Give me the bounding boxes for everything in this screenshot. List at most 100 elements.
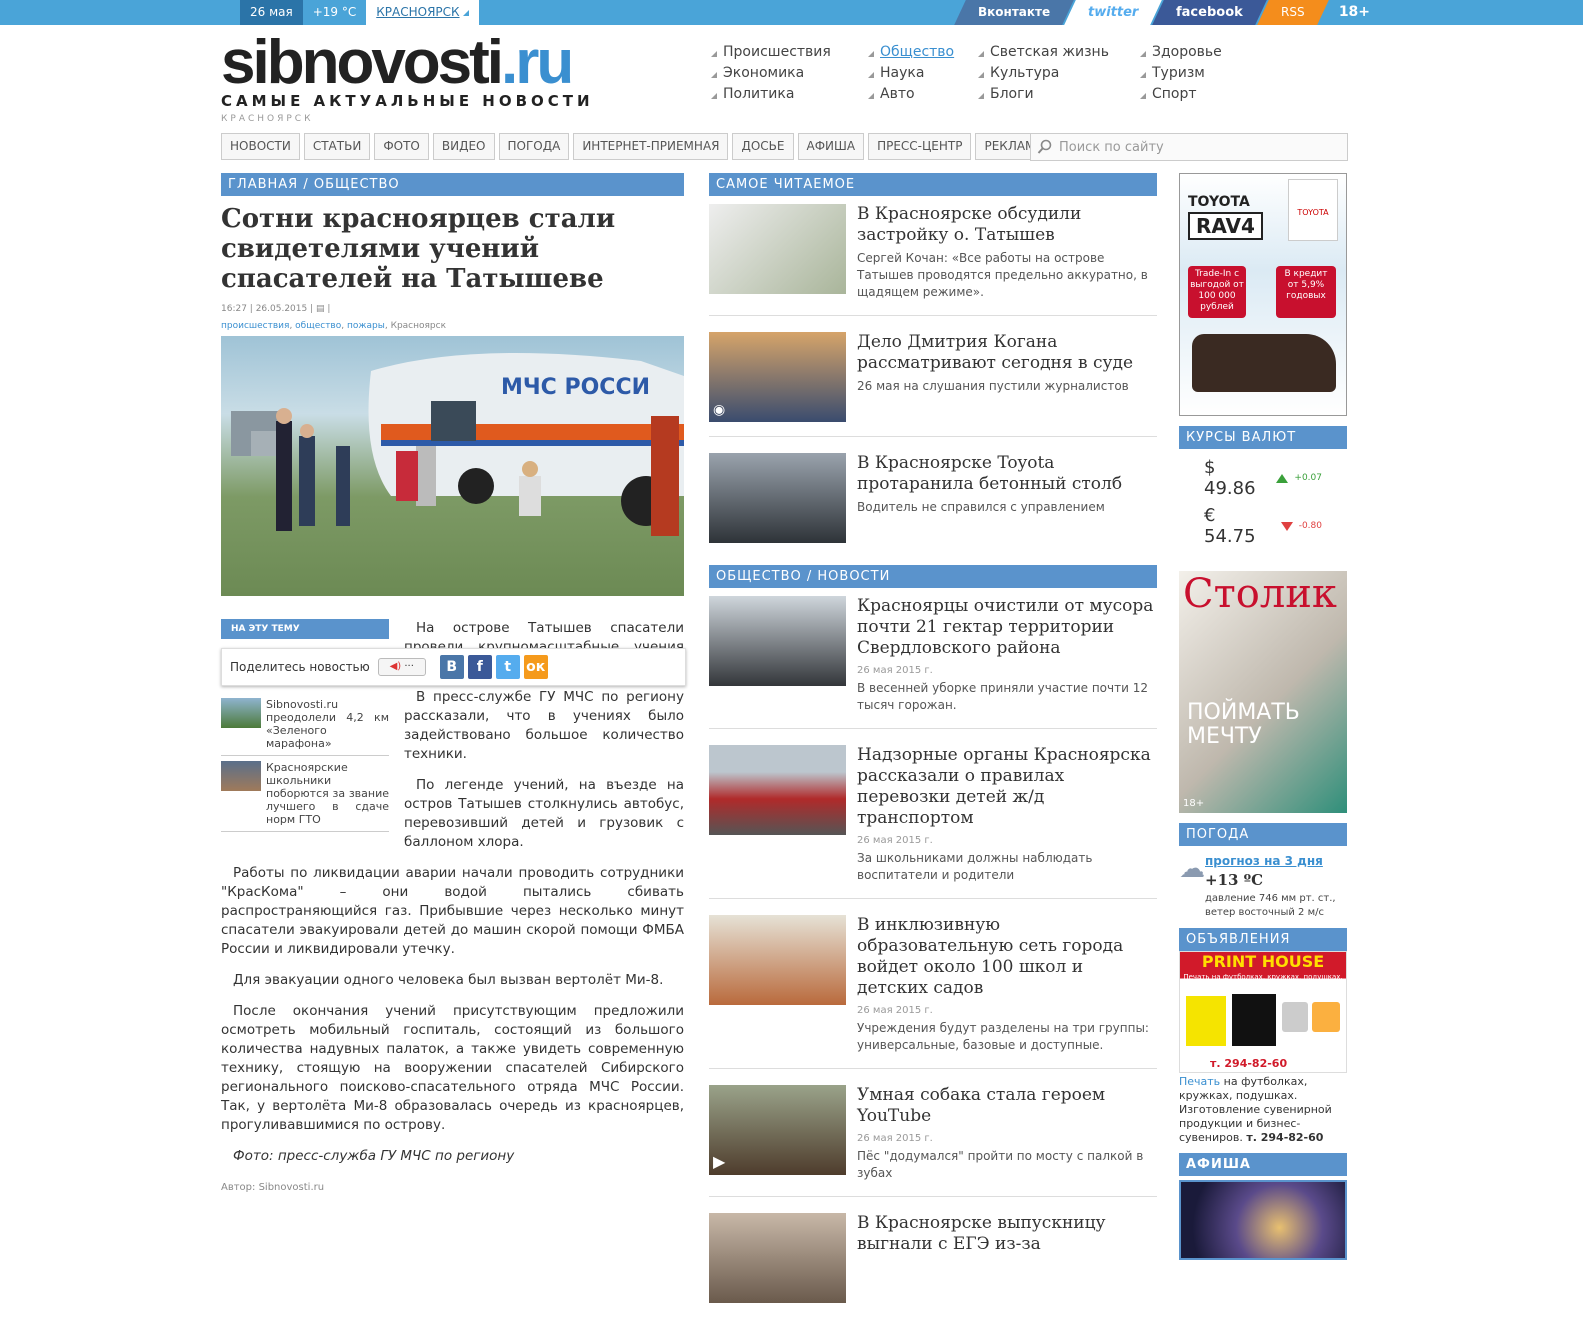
twitter-share-icon[interactable]: t — [495, 655, 520, 679]
nav-news[interactable]: НОВОСТИ — [221, 133, 300, 160]
share-label: Поделитесь новостью — [230, 660, 370, 674]
paragraph: Работы по ликвидации аварии начали прово… — [221, 865, 684, 957]
related-thumb — [221, 761, 261, 791]
arrow-up-icon — [1276, 473, 1289, 483]
middle-column: САМОЕ ЧИТАЕМОЕ В Красноярске обсудили за… — [709, 173, 1157, 1325]
vk-link[interactable]: Вконтакте — [954, 0, 1074, 25]
forecast-link[interactable]: прогноз на 3 дня — [1205, 854, 1323, 868]
eur-rate: € 54.75 — [1204, 505, 1256, 547]
nav-press-center[interactable]: ПРЕСС-ЦЕНТР — [868, 133, 972, 160]
related-item-title: Красноярские школьники поборются за зван… — [266, 761, 389, 826]
ad-tradein: Trade-In с выгодой от 100 000 рублей — [1188, 266, 1246, 318]
magazine-ad[interactable]: Столик ПОЙМАТЬ МЕЧТУ 18+ — [1179, 571, 1347, 813]
facebook-share-icon[interactable]: f — [467, 655, 492, 679]
currency-header: КУРСЫ ВАЛЮТ — [1179, 426, 1347, 449]
category-science[interactable]: Наука — [867, 65, 977, 81]
article-time: 16:27 — [221, 304, 247, 314]
nav-photo[interactable]: ФОТО — [374, 133, 429, 160]
twitter-link[interactable]: twitter — [1064, 0, 1163, 25]
category-economy[interactable]: Экономика — [710, 65, 867, 81]
popular-item[interactable]: В Красноярске обсудили застройку о. Таты… — [709, 196, 1157, 316]
site-logo[interactable]: sibnovosti.ru САМЫЕ АКТУАЛЬНЫЕ НОВОСТИ К… — [221, 32, 594, 125]
article-tags: происшествия, общество, пожары, Краснояр… — [221, 321, 447, 331]
banner-title: PRINT HOUSE — [1201, 952, 1325, 971]
rss-label: RSS — [1281, 5, 1305, 19]
arrow-down-icon — [1280, 521, 1293, 531]
usd-rate: $ 49.86 — [1204, 457, 1256, 499]
mug-image — [1282, 1002, 1308, 1032]
popular-item[interactable]: В Красноярске Toyota протаранила бетонны… — [709, 445, 1157, 557]
category-culture[interactable]: Культура — [977, 65, 1139, 81]
weather-details: давление 746 мм рт. ст., ветер восточный… — [1205, 893, 1336, 918]
category-sport[interactable]: Спорт — [1139, 86, 1259, 102]
news-desc: За школьниками должны наблюдать воспитат… — [857, 851, 1093, 882]
ad-brand: TOYOTA — [1188, 194, 1250, 210]
news-title: В Красноярске Toyota протаранила бетонны… — [857, 453, 1123, 494]
afisha-image[interactable] — [1179, 1180, 1347, 1260]
category-incidents[interactable]: Происшествия — [710, 44, 867, 60]
dropdown-icon — [462, 10, 469, 16]
afisha-header[interactable]: АФИША — [1179, 1153, 1347, 1176]
tag-fires[interactable]: пожары — [347, 321, 385, 331]
helicopter-illustration: МЧС РОССИ — [231, 353, 684, 536]
print-icon[interactable]: ▤ — [316, 304, 325, 314]
category-politics[interactable]: Политика — [710, 86, 867, 102]
odnoklassniki-share-icon[interactable]: ок — [523, 655, 548, 679]
toyota-logo: TOYOTA — [1288, 179, 1338, 241]
category-tourism[interactable]: Туризм — [1139, 65, 1259, 81]
breadcrumb[interactable]: ГЛАВНАЯ / ОБЩЕСТВО — [221, 173, 684, 196]
nav-internet-reception[interactable]: ИНТЕРНЕТ-ПРИЕМНАЯ — [573, 133, 729, 160]
society-item[interactable]: Красноярцы очистили от мусора почти 21 г… — [709, 588, 1157, 729]
society-item[interactable]: В инклюзивную образовательную сеть город… — [709, 907, 1157, 1069]
article-meta: 16:27 | 26.05.2015 | ▤ | — [221, 304, 331, 314]
tag-incidents[interactable]: происшествия — [221, 321, 289, 331]
category-society[interactable]: Общество — [867, 44, 977, 60]
facebook-link[interactable]: facebook — [1152, 0, 1268, 25]
related-item[interactable]: Sibnovosti.ru преодолели 4,2 км «Зеленог… — [221, 693, 389, 756]
society-item[interactable]: ▶ Умная собака стала героем YouTube 26 ма… — [709, 1077, 1157, 1197]
twitter-label: twitter — [1088, 5, 1139, 20]
right-column: TOYOTA RAV4 TOYOTA Trade-In с выгодой от… — [1179, 173, 1347, 1260]
classified-phone: т. 294-82-60 — [1246, 1131, 1324, 1144]
vk-label: Вконтакте — [978, 5, 1051, 19]
share-more-button[interactable]: ◀) ··· — [377, 658, 426, 676]
society-item[interactable]: В Красноярске выпускницу выгнали с ЕГЭ и… — [709, 1205, 1157, 1317]
nav-dossier[interactable]: ДОСЬЕ — [732, 133, 794, 160]
city-selector[interactable]: КРАСНОЯРСК — [366, 0, 479, 25]
category-health[interactable]: Здоровье — [1139, 44, 1259, 60]
print-house-banner[interactable]: PRINT HOUSE Печать на футболках, кружках… — [1179, 951, 1347, 1073]
category-social-life[interactable]: Светская жизнь — [977, 44, 1139, 60]
news-title: Дело Дмитрия Когана рассматривают сегодн… — [857, 332, 1134, 373]
search-input[interactable]: Поиск по сайту — [1030, 133, 1348, 161]
share-bar: Поделитесь новостью ◀) ··· B f t ок — [221, 648, 686, 686]
classified-link[interactable]: Печать — [1179, 1075, 1220, 1088]
popular-item[interactable]: ◉ Дело Дмитрия Когана рассматривают сего… — [709, 324, 1157, 437]
nav-articles[interactable]: СТАТЬИ — [303, 133, 371, 160]
article-author: Автор: Sibnovosti.ru — [221, 1182, 325, 1193]
search-icon — [1037, 139, 1052, 154]
paragraph: После окончания учений присутствующим пр… — [221, 1003, 684, 1133]
camera-icon: ◉ — [713, 402, 726, 418]
currency-widget: $ 49.86 +0.07 € 54.75 -0.80 — [1179, 449, 1347, 561]
society-header[interactable]: ОБЩЕСТВО / НОВОСТИ — [709, 565, 1157, 588]
news-thumb: ◉ — [709, 332, 846, 422]
logo-city: КРАСНОЯРСК — [221, 114, 314, 124]
article-photo: МЧС РОССИ — [221, 336, 684, 596]
main-nav: НОВОСТИ СТАТЬИ ФОТО ВИДЕО ПОГОДА ИНТЕРНЕ… — [221, 133, 1057, 160]
speaker-icon: ◀) — [389, 661, 402, 672]
nav-video[interactable]: ВИДЕО — [432, 133, 495, 160]
society-item[interactable]: Надзорные органы Красноярска рассказали … — [709, 737, 1157, 899]
nav-afisha[interactable]: АФИША — [797, 133, 865, 160]
news-thumb — [709, 596, 846, 686]
category-auto[interactable]: Авто — [867, 86, 977, 102]
news-desc: Водитель не справился с управлением — [857, 500, 1105, 514]
tag-society[interactable]: общество — [295, 321, 341, 331]
rss-link[interactable]: RSS — [1257, 0, 1329, 25]
vk-share-icon[interactable]: B — [439, 655, 464, 679]
toyota-ad-banner[interactable]: TOYOTA RAV4 TOYOTA Trade-In с выгодой от… — [1179, 173, 1347, 416]
related-item[interactable]: Красноярские школьники поборются за зван… — [221, 756, 389, 832]
nav-weather[interactable]: ПОГОДА — [498, 133, 570, 160]
news-title: В инклюзивную образовательную сеть город… — [857, 915, 1124, 998]
category-blogs[interactable]: Блоги — [977, 86, 1139, 102]
news-thumb — [709, 1213, 846, 1303]
